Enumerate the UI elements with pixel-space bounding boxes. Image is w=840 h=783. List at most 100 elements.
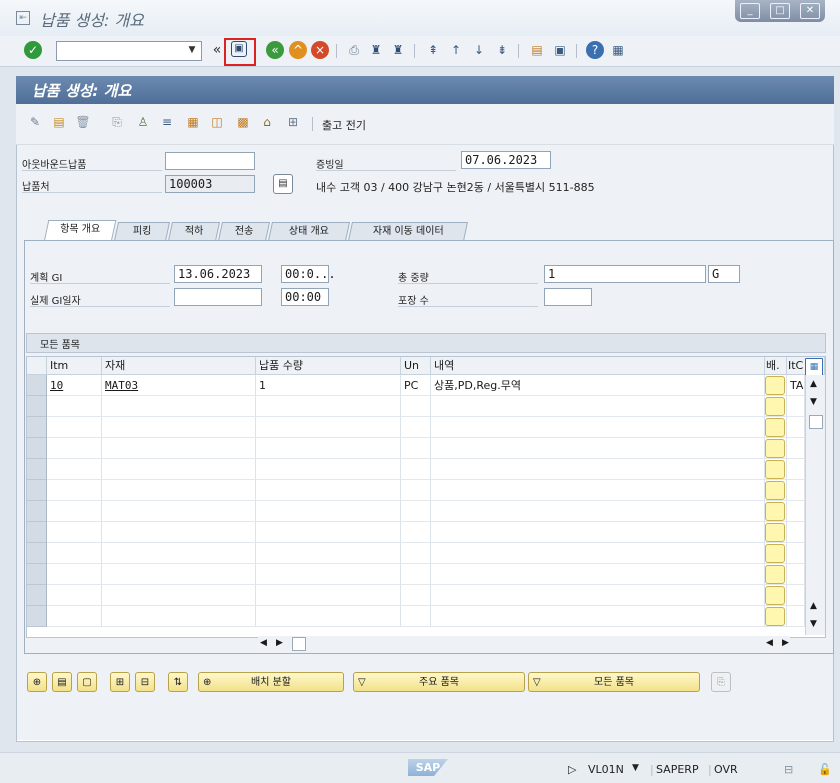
cell-item[interactable] <box>47 480 102 501</box>
actual-gi-date-input[interactable] <box>174 288 262 306</box>
cell-description[interactable] <box>431 501 765 522</box>
cell-description[interactable]: 상품,PD,Reg.무역 <box>431 375 765 396</box>
cell-description[interactable] <box>431 396 765 417</box>
cell-item-category[interactable] <box>787 438 805 459</box>
cell-quantity[interactable] <box>256 396 401 417</box>
cell-unit[interactable] <box>401 522 431 543</box>
all-items-button[interactable]: ▽ 모든 품목 <box>528 672 700 692</box>
cell-description[interactable] <box>431 585 765 606</box>
minimize-icon[interactable]: _ <box>740 3 760 19</box>
row-selector[interactable] <box>27 438 47 459</box>
scroll-thumb[interactable] <box>292 637 306 651</box>
row-selector[interactable] <box>27 585 47 606</box>
cell-material[interactable] <box>102 543 256 564</box>
status-dropdown-icon[interactable]: ▼ <box>632 763 639 773</box>
cell-unit[interactable] <box>401 459 431 480</box>
cell-description[interactable] <box>431 543 765 564</box>
command-field[interactable] <box>56 41 202 61</box>
cell-item-category[interactable] <box>787 459 805 480</box>
cell-item-category[interactable] <box>787 501 805 522</box>
home-icon[interactable]: ⌂ <box>258 113 276 131</box>
row-selector[interactable] <box>27 417 47 438</box>
cell-description[interactable] <box>431 438 765 459</box>
batch-input[interactable] <box>765 460 785 479</box>
tab-transport[interactable]: 전송 <box>217 222 271 241</box>
stack-icon[interactable]: ≡ <box>158 113 176 131</box>
cell-item-category[interactable] <box>787 480 805 501</box>
row-selector[interactable] <box>27 480 47 501</box>
delete-icon[interactable]: 🗑 <box>74 113 92 131</box>
status-expand-icon[interactable]: ▷ <box>568 763 576 776</box>
row-selector[interactable] <box>27 375 47 396</box>
cell-quantity[interactable] <box>256 585 401 606</box>
deselect-all-icon[interactable]: ▢ <box>77 672 97 692</box>
select-all-header[interactable] <box>27 357 47 375</box>
cell-material[interactable] <box>102 501 256 522</box>
scroll-thumb[interactable] <box>809 415 823 429</box>
cell-unit[interactable] <box>401 396 431 417</box>
cell-quantity[interactable] <box>256 543 401 564</box>
transaction-code[interactable]: VL01N <box>588 763 624 776</box>
cell-item[interactable] <box>47 606 102 627</box>
column-header-item[interactable]: Itm <box>47 357 102 375</box>
row-selector[interactable] <box>27 606 47 627</box>
main-items-button[interactable]: ▽ 주요 품목 <box>353 672 525 692</box>
cell-item[interactable] <box>47 396 102 417</box>
batch-input[interactable] <box>765 418 785 437</box>
scroll-right-icon[interactable]: ▶ <box>276 638 283 648</box>
cell-item[interactable] <box>47 417 102 438</box>
cell-unit[interactable] <box>401 564 431 585</box>
scroll-left-icon[interactable]: ◀ <box>260 638 267 648</box>
tab-item-overview[interactable]: 항목 개요 <box>43 220 117 242</box>
cell-description[interactable] <box>431 417 765 438</box>
cell-item-category[interactable] <box>787 417 805 438</box>
tab-goods-movement[interactable]: 자재 이동 데이터 <box>347 222 469 241</box>
partner-icon[interactable]: ♙ <box>134 113 152 131</box>
packages-input[interactable] <box>544 288 592 306</box>
batch-input[interactable] <box>765 439 785 458</box>
cell-unit[interactable] <box>401 480 431 501</box>
cell-description[interactable] <box>431 564 765 585</box>
cell-quantity[interactable] <box>256 438 401 459</box>
cell-quantity[interactable] <box>256 417 401 438</box>
batch-split-button[interactable]: ⊕ 배치 분할 <box>198 672 344 692</box>
layout-icon[interactable]: ⊟ <box>784 763 793 776</box>
close-icon[interactable]: ✕ <box>800 3 820 19</box>
command-dropdown-icon[interactable]: ▼ <box>184 41 200 59</box>
create-item-icon[interactable]: ▤ <box>50 113 68 131</box>
outbound-delivery-input[interactable] <box>165 152 255 170</box>
batch-input[interactable] <box>765 586 785 605</box>
cell-material[interactable] <box>102 417 256 438</box>
column-header-quantity[interactable]: 납품 수량 <box>256 357 401 375</box>
print-icon[interactable]: ⎙ <box>345 41 363 59</box>
batch-input[interactable] <box>765 523 785 542</box>
cell-quantity[interactable]: 1 <box>256 375 401 396</box>
column-settings-icon[interactable]: ▦ <box>805 358 823 376</box>
batch-input[interactable] <box>765 376 785 395</box>
batch-input[interactable] <box>765 544 785 563</box>
cell-unit[interactable] <box>401 543 431 564</box>
cell-material[interactable] <box>102 396 256 417</box>
package-icon[interactable]: ◫ <box>208 113 226 131</box>
tab-loading[interactable]: 적하 <box>167 222 221 241</box>
first-page-icon[interactable]: ⇞ <box>424 41 442 59</box>
vertical-scrollbar[interactable]: ▲ ▼ ▲ ▼ <box>805 375 825 635</box>
row-selector[interactable] <box>27 543 47 564</box>
row-selector[interactable] <box>27 459 47 480</box>
layout-menu-icon[interactable]: ▦ <box>609 41 627 59</box>
cell-description[interactable] <box>431 606 765 627</box>
cell-item-category[interactable]: TA <box>787 375 805 396</box>
scroll-right-icon[interactable]: ▶ <box>782 638 789 648</box>
column-header-unit[interactable]: Un <box>401 357 431 375</box>
cell-item[interactable] <box>47 522 102 543</box>
planned-gi-time-field[interactable]: 00:0... <box>281 265 336 283</box>
ship-to-field[interactable]: 100003 <box>165 175 255 193</box>
weight-unit-input[interactable]: G <box>708 265 740 283</box>
output-icon[interactable]: ▦ <box>184 113 202 131</box>
exit-icon[interactable]: ^ <box>289 41 307 59</box>
scroll-left-icon[interactable]: ◀ <box>766 638 773 648</box>
find-next-icon[interactable]: ♜ <box>389 41 407 59</box>
cell-item-category[interactable] <box>787 543 805 564</box>
row-selector[interactable] <box>27 522 47 543</box>
cell-quantity[interactable] <box>256 459 401 480</box>
